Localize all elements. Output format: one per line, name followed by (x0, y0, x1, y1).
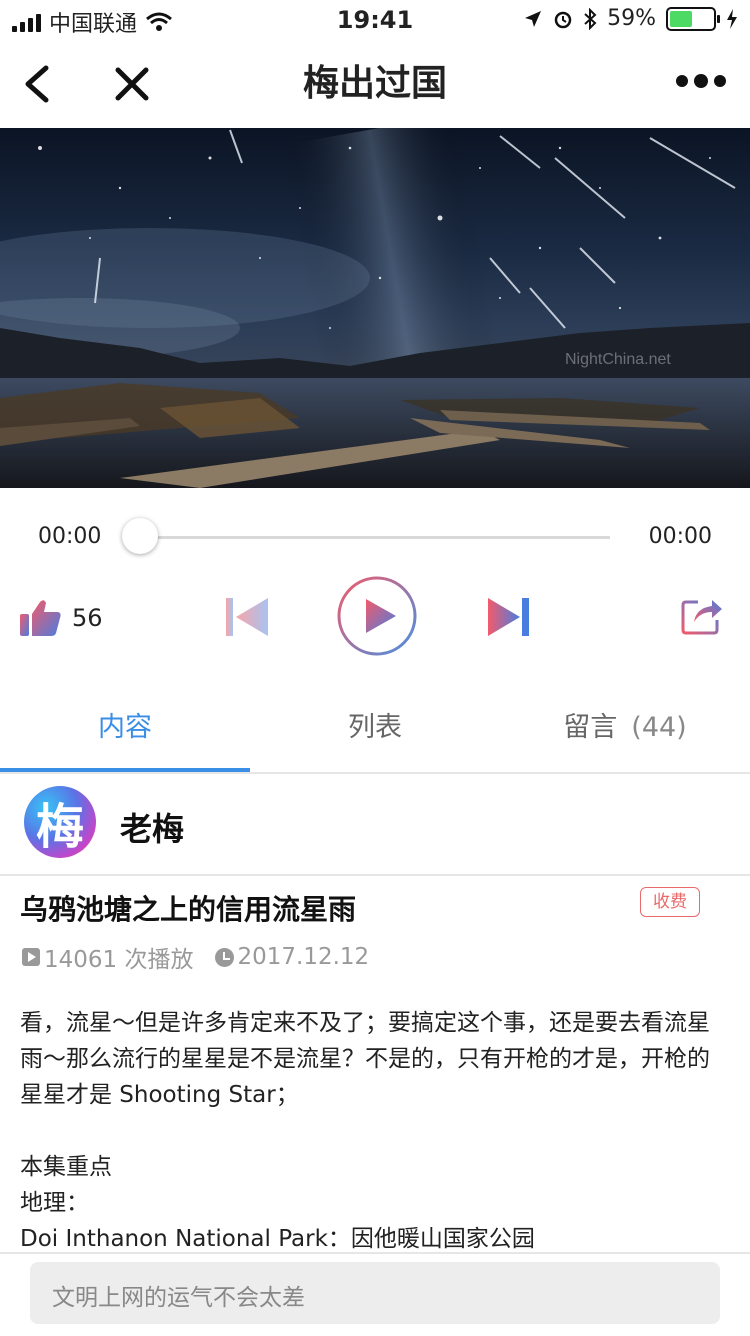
fee-badge: 收费 (640, 887, 700, 917)
cover-watermark: NightChina.net (565, 351, 671, 368)
previous-track-icon[interactable] (226, 596, 270, 638)
page-title: 梅出过国 (302, 63, 447, 104)
tab-bar: 内容 列表 留言 (44) (0, 690, 750, 772)
tab-list-label: 列表 (348, 712, 402, 743)
charging-icon (727, 8, 737, 29)
desc-paragraph-4: 地理： (20, 1190, 89, 1216)
night-sky-illustration: NightChina.net (0, 128, 750, 488)
tab-comments-label: 留言 (563, 712, 618, 743)
more-dots-icon[interactable] (676, 74, 726, 88)
thumbs-up-icon (20, 600, 61, 636)
tab-list[interactable]: 列表 (250, 690, 500, 766)
avatar-char: 梅 (35, 799, 84, 855)
tab-comments-count: (44) (631, 712, 687, 743)
like-button[interactable]: 56 (20, 598, 103, 638)
episode-title: 乌鸦池塘之上的信用流星雨 (20, 893, 357, 926)
cover-image: NightChina.net (0, 128, 750, 488)
share-icon[interactable] (680, 592, 724, 636)
battery-fill (670, 10, 692, 27)
play-count: 14061 次播放 (44, 947, 194, 973)
author-divider (0, 874, 750, 876)
desc-paragraph-3: 本集重点 (20, 1154, 112, 1180)
publish-date: 2017.12.12 (237, 944, 370, 970)
like-count: 56 (72, 604, 103, 632)
comment-placeholder[interactable]: 文明上网的运气不会太差 (52, 1278, 305, 1312)
episode-description: 看，流星～但是许多肯定来不及了；要搞定这个事，还是要去看流星雨～那么流行的星星是… (20, 1005, 726, 1257)
battery-percent: 59% (607, 6, 656, 31)
total-time: 00:00 (648, 524, 712, 549)
play-count-icon (22, 948, 40, 966)
tab-divider (0, 772, 750, 774)
progress-track[interactable] (140, 536, 610, 539)
desc-paragraph-1: 看，流星～但是许多肯定来不及了；要搞定这个事，还是要去看流星雨～那么流行的星星是… (20, 1010, 710, 1108)
current-time: 00:00 (38, 524, 102, 549)
tab-comments[interactable]: 留言 (44) (500, 690, 750, 766)
desc-gap (20, 1113, 726, 1149)
status-right: 59% (523, 6, 738, 31)
play-icon[interactable] (336, 575, 418, 657)
bluetooth-icon (584, 7, 597, 30)
progress-thumb[interactable] (122, 518, 158, 554)
alarm-icon (554, 11, 572, 28)
clock-icon (215, 947, 235, 967)
next-track-icon[interactable] (486, 596, 530, 638)
battery-icon (666, 6, 720, 31)
location-arrow-icon (525, 10, 542, 27)
tab-content-label: 内容 (98, 712, 152, 743)
episode-meta: 14061 次播放 2017.12.12 (22, 940, 369, 974)
battery-tip (717, 14, 720, 23)
avatar[interactable]: 梅 (24, 786, 96, 858)
author-name[interactable]: 老梅 (120, 804, 184, 850)
tab-content[interactable]: 内容 (0, 690, 250, 766)
